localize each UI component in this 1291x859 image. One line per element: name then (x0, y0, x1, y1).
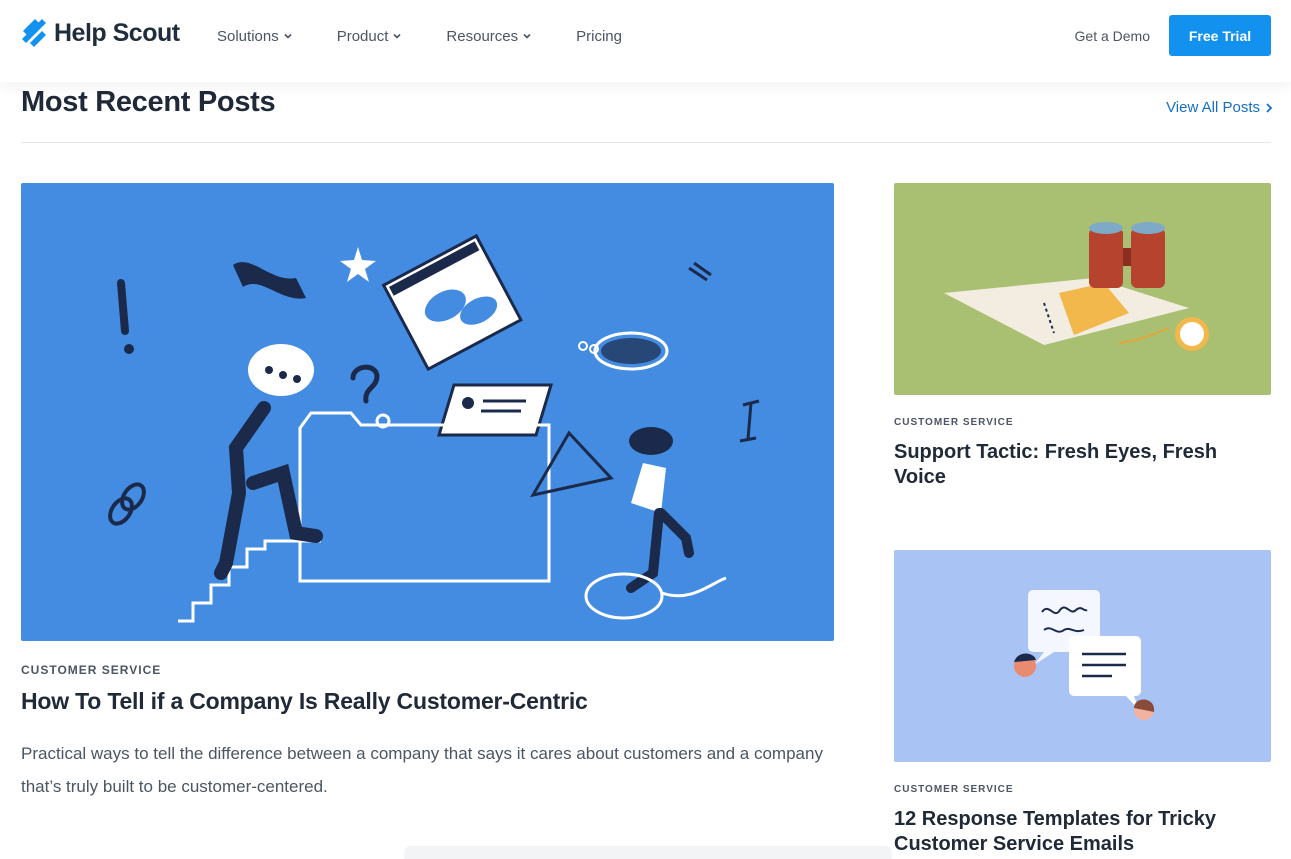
main-nav: Solutions Product Resources Pricing (217, 25, 622, 47)
post-card-title[interactable]: Support Tactic: Fresh Eyes, Fresh Voice (894, 440, 1264, 490)
header-actions: Get a Demo Free Trial (1075, 15, 1271, 56)
site-header: Help Scout Solutions Product Resources P… (0, 0, 1291, 82)
free-trial-button[interactable]: Free Trial (1169, 15, 1271, 56)
chat-templates-illustration (1014, 590, 1155, 720)
nav-solutions[interactable]: Solutions (217, 25, 292, 47)
view-all-posts-link[interactable]: View All Posts (1166, 99, 1272, 116)
nav-product[interactable]: Product (337, 25, 402, 47)
post-card-category[interactable]: CUSTOMER SERVICE (894, 417, 1014, 428)
post-card-image[interactable] (894, 183, 1271, 395)
chevron-down-icon (284, 33, 292, 39)
post-card-image[interactable] (894, 550, 1271, 762)
featured-post-title[interactable]: How To Tell if a Company Is Really Custo… (21, 688, 588, 715)
nav-pricing-label: Pricing (576, 27, 622, 45)
view-all-label: View All Posts (1166, 99, 1260, 116)
featured-illustration (108, 233, 760, 623)
featured-post-image[interactable] (21, 183, 834, 641)
chevron-down-icon (523, 33, 531, 39)
nav-product-label: Product (336, 27, 389, 45)
binoculars-map-illustration (944, 222, 1209, 351)
post-card-title[interactable]: 12 Response Templates for Tricky Custome… (894, 807, 1264, 857)
help-scout-logo-icon (22, 19, 46, 47)
chevron-down-icon (393, 33, 401, 39)
featured-post-category[interactable]: CUSTOMER SERVICE (21, 663, 161, 677)
brand-logo[interactable]: Help Scout (21, 18, 180, 48)
nav-resources[interactable]: Resources (446, 25, 531, 47)
nav-pricing[interactable]: Pricing (576, 25, 622, 47)
nav-solutions-label: Solutions (217, 27, 279, 45)
footer-panel-edge (404, 846, 892, 859)
featured-post-description: Practical ways to tell the difference be… (21, 744, 823, 796)
brand-name: Help Scout (54, 18, 180, 47)
section-divider (21, 142, 1271, 143)
post-card-category[interactable]: CUSTOMER SERVICE (894, 784, 1014, 795)
chevron-right-icon (1266, 102, 1272, 113)
section-title: Most Recent Posts (21, 86, 276, 118)
nav-resources-label: Resources (446, 27, 519, 45)
get-demo-link[interactable]: Get a Demo (1075, 28, 1150, 44)
